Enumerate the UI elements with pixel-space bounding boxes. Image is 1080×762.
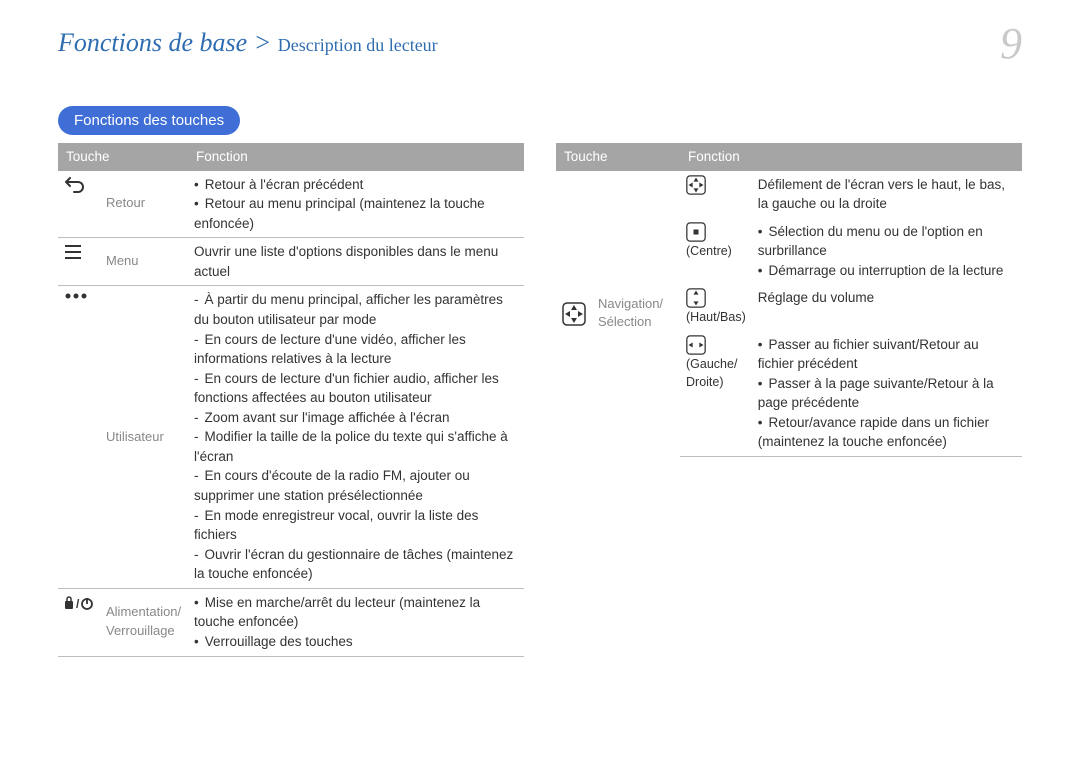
user-button-icon xyxy=(58,286,100,588)
key-function: À partir du menu principal, afficher les… xyxy=(188,286,524,588)
key-function: Retour à l'écran précédent Retour au men… xyxy=(188,171,524,238)
key-function: Ouvrir une liste d'options disponibles d… xyxy=(188,238,524,286)
key-function: Sélection du menu ou de l'option en surb… xyxy=(752,218,1022,285)
breadcrumb-sep: > xyxy=(254,28,272,57)
breadcrumb-main: Fonctions de base xyxy=(58,28,247,57)
th-touche: Touche xyxy=(58,143,188,171)
th-fonction: Fonction xyxy=(188,143,524,171)
section-title-pill: Fonctions des touches xyxy=(58,106,240,135)
th-touche: Touche xyxy=(556,143,680,171)
left-table: Touche Fonction Retour Retour à l'écran … xyxy=(58,143,524,657)
dpad-full-icon xyxy=(680,171,752,218)
key-name: Retour xyxy=(100,171,188,238)
breadcrumb: Fonctions de base > Description du lecte… xyxy=(58,28,1022,58)
power-lock-icon: / xyxy=(58,588,100,656)
key-function: Réglage du volume xyxy=(752,284,1022,330)
dpad-leftright-icon: (Gauche/ Droite) xyxy=(680,331,752,457)
table-row: Navigation/ Sélection Défilement de l'éc… xyxy=(556,171,1022,218)
key-name: Alimentation/ Verrouillage xyxy=(100,588,188,656)
menu-icon xyxy=(58,238,100,286)
dpad-icon xyxy=(556,171,592,457)
right-table: Touche Fonction xyxy=(556,143,1022,457)
table-row: / Alimentation/ Verrouillage Mise en mar… xyxy=(58,588,524,656)
table-row: Utilisateur À partir du menu principal, … xyxy=(58,286,524,588)
key-function: Défilement de l'écran vers le haut, le b… xyxy=(752,171,1022,218)
breadcrumb-sub: Description du lecteur xyxy=(278,35,438,55)
back-icon xyxy=(58,171,100,238)
page-number: 9 xyxy=(1000,18,1022,69)
dpad-updown-icon: (Haut/Bas) xyxy=(680,284,752,330)
th-fonction: Fonction xyxy=(680,143,1022,171)
table-row: Retour Retour à l'écran précédent Retour… xyxy=(58,171,524,238)
key-name: Navigation/ Sélection xyxy=(592,171,680,457)
svg-text:/: / xyxy=(76,597,80,611)
key-name: Menu xyxy=(100,238,188,286)
key-function: Passer au fichier suivant/Retour au fich… xyxy=(752,331,1022,457)
dpad-center-icon: (Centre) xyxy=(680,218,752,285)
table-row: Menu Ouvrir une liste d'options disponib… xyxy=(58,238,524,286)
key-function: Mise en marche/arrêt du lecteur (mainten… xyxy=(188,588,524,656)
key-name: Utilisateur xyxy=(100,286,188,588)
